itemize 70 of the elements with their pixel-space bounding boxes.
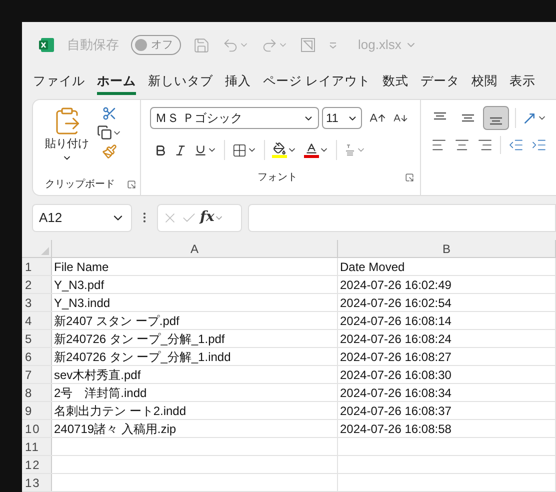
row-header[interactable]: 6: [22, 348, 52, 366]
align-lines-icon: [434, 112, 446, 120]
name-box[interactable]: A12: [32, 204, 132, 232]
table-cell: 2024-07-26 16:08:24: [338, 330, 556, 348]
spreadsheet-app-icon: [39, 37, 55, 54]
column-header[interactable]: B: [338, 240, 556, 258]
ribbon-tab[interactable]: 表示: [509, 70, 536, 95]
row-header[interactable]: 11: [22, 438, 52, 456]
table-cell: Y_N3.indd: [52, 294, 338, 312]
corner-triangle-icon: [41, 247, 49, 256]
row-header[interactable]: 5: [22, 330, 52, 348]
group-label: フォント: [258, 171, 298, 186]
dialog-launcher-icon[interactable]: [127, 180, 136, 190]
table-cell: sev木村秀直.pdf: [52, 366, 338, 384]
underline-icon[interactable]: [194, 144, 217, 157]
paste-button[interactable]: 貼り付け: [45, 106, 89, 174]
vertical-align-button[interactable]: [483, 106, 509, 130]
row-header[interactable]: 7: [22, 366, 52, 384]
align-lines-icon: [490, 116, 502, 125]
ribbon-tab[interactable]: データ: [420, 70, 460, 95]
row-header[interactable]: 10: [22, 420, 52, 438]
row-header[interactable]: 9: [22, 402, 52, 420]
table-cell: 新2407 スタン ープ.pdf: [52, 312, 338, 330]
table-cell: Date Moved: [338, 258, 556, 276]
text-orientation-icon[interactable]: [522, 110, 547, 126]
table-cell: 新240726 タン ープ_分解_1.indd: [52, 348, 338, 366]
autosave-label: 自動保存: [67, 36, 119, 54]
table-cell: 2024-07-26 16:02:54: [338, 294, 556, 312]
ribbon-tab[interactable]: 新しいタブ: [148, 70, 213, 95]
ribbon-tab[interactable]: ファイル: [33, 70, 85, 95]
row-header[interactable]: 8: [22, 384, 52, 402]
ribbon-tab[interactable]: ホーム: [97, 70, 136, 95]
table-cell: 2024-07-26 16:08:34: [338, 384, 556, 402]
insert-function-button[interactable]: fx: [200, 207, 224, 228]
row-header[interactable]: 12: [22, 456, 52, 474]
phonetic-guide-icon[interactable]: [344, 143, 366, 158]
table-cell: 2号 洋封筒.indd: [52, 384, 338, 402]
table-cell: File Name: [52, 258, 338, 276]
table-cell: 2024-07-26 16:08:30: [338, 366, 556, 384]
borders-icon[interactable]: [232, 142, 257, 158]
table-cell: 名刺出力テン ート2.indd: [52, 402, 338, 420]
font-size-dropdown[interactable]: 11: [322, 107, 362, 130]
ribbon-tab[interactable]: 挿入: [225, 70, 251, 95]
row-header[interactable]: 4: [22, 312, 52, 330]
column-header[interactable]: A: [52, 240, 338, 258]
table-cell: 新240726 タン ープ_分解_1.pdf: [52, 330, 338, 348]
row-header[interactable]: 1: [22, 258, 52, 276]
table-cell: 2024-07-26 16:08:58: [338, 420, 556, 438]
row-header[interactable]: 3: [22, 294, 52, 312]
row-header[interactable]: 13: [22, 474, 52, 492]
ribbon-tab[interactable]: 数式: [382, 70, 408, 95]
row-header[interactable]: 2: [22, 276, 52, 294]
align-lines-icon: [462, 114, 474, 122]
table-cell: 2024-07-26 16:08:27: [338, 348, 556, 366]
bold-icon[interactable]: [154, 144, 167, 157]
table-cell: Y_N3.pdf: [52, 276, 338, 294]
copy-icon[interactable]: [97, 125, 122, 140]
table-cell: 2024-07-26 16:08:37: [338, 402, 556, 420]
formula-input-field[interactable]: [248, 204, 556, 232]
group-label: クリップボード: [45, 178, 115, 192]
ribbon-tab[interactable]: 校閲: [471, 70, 498, 95]
table-cell: 2024-07-26 16:02:49: [338, 276, 556, 294]
table-cell: 2024-07-26 16:08:14: [338, 312, 556, 330]
font-color-icon[interactable]: [304, 142, 329, 158]
font-name-dropdown[interactable]: ＭＳ Ｐゴシック: [150, 107, 319, 130]
ribbon-tab[interactable]: ページ レイアウト: [263, 70, 370, 95]
dialog-launcher-icon[interactable]: [405, 173, 414, 182]
table-cell: 240719諸々 入稿用.zip: [52, 420, 338, 438]
fill-color-icon[interactable]: [272, 142, 297, 158]
italic-icon[interactable]: [174, 144, 187, 157]
